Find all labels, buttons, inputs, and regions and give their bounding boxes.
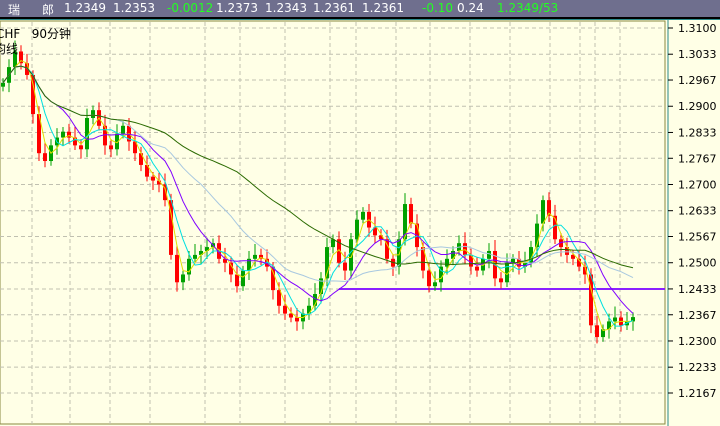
candle-body <box>613 317 617 322</box>
candle-body <box>61 131 65 138</box>
ask-price: 1.2353 <box>113 1 155 15</box>
plot-area <box>0 20 666 425</box>
candle-body <box>343 262 347 271</box>
open-price: 1.2361 <box>313 1 355 15</box>
candle-body <box>121 125 125 134</box>
candle-body <box>595 325 599 338</box>
instrument-name-part1: 瑞 <box>8 3 21 17</box>
candle-body <box>181 274 185 283</box>
candle-body <box>235 274 239 287</box>
y-tick-label: 1.2633 <box>678 205 717 218</box>
candle-body <box>151 176 155 181</box>
candle-body <box>175 254 179 283</box>
y-tick-label: 1.2900 <box>678 100 717 113</box>
low-price: 1.2343 <box>265 1 307 15</box>
y-tick-label: 1.2233 <box>678 361 717 374</box>
candle-body <box>541 200 545 224</box>
symbol-label: CHF <box>0 27 21 41</box>
candle-body <box>433 282 437 287</box>
candle-body <box>355 219 359 240</box>
y-tick-label: 1.2833 <box>678 126 717 139</box>
candle-body <box>295 317 299 322</box>
y-tick-label: 1.2433 <box>678 283 717 296</box>
candle-body <box>43 153 47 162</box>
candle-body <box>193 254 197 259</box>
candle-body <box>475 266 479 271</box>
y-tick-label: 1.2967 <box>678 74 717 87</box>
y-tick-label: 1.2767 <box>678 152 717 165</box>
candle-body <box>445 258 449 267</box>
candle-body <box>91 110 95 118</box>
candle-body <box>487 250 491 259</box>
y-tick-label: 1.2500 <box>678 257 717 270</box>
y-tick-label: 1.3033 <box>678 48 717 61</box>
quote-bar: 瑞 郎 1.2349 1.2353 -0.0012 1.2373 1.2343 … <box>0 0 720 19</box>
bid-price: 1.2349 <box>64 1 106 15</box>
candle-body <box>361 211 365 220</box>
amplitude: 0.24 <box>457 1 484 15</box>
change-percent: -0.10 <box>422 1 454 15</box>
y-tick-label: 1.2700 <box>678 178 717 191</box>
candle-body <box>307 305 311 314</box>
y-tick-label: 1.2567 <box>678 231 717 244</box>
y-tick-label: 1.3100 <box>678 22 717 35</box>
candle-body <box>499 278 503 283</box>
candle-body <box>85 117 89 150</box>
y-tick-label: 1.2300 <box>678 335 717 348</box>
high-price: 1.2373 <box>216 1 258 15</box>
candle-body <box>1 82 5 87</box>
price-change: -0.0012 <box>167 1 214 15</box>
last-price: 1.2361 <box>362 1 404 15</box>
y-tick-label: 1.2167 <box>678 387 717 400</box>
candlestick-chart[interactable]: 1.3100 1.3033 1.2967 1.2900 1.2833 1.2767 1.27… <box>0 20 720 426</box>
candle-body <box>397 239 401 267</box>
candle-body <box>109 145 113 150</box>
candle-body <box>463 243 467 255</box>
candle-body <box>427 270 431 287</box>
candle-body <box>79 145 83 150</box>
y-tick-label: 1.2367 <box>678 309 717 322</box>
instrument-name-part2: 郎 <box>42 3 55 17</box>
candle-body <box>409 204 413 224</box>
candle-body <box>241 270 245 287</box>
period-label: 90分钟 <box>31 27 72 41</box>
bid-ask: 1.2349/53 <box>497 1 559 15</box>
candle-body <box>103 125 107 146</box>
candle-body <box>283 305 287 314</box>
indicator-label: 均线 <box>0 42 19 56</box>
candle-body <box>253 254 257 259</box>
